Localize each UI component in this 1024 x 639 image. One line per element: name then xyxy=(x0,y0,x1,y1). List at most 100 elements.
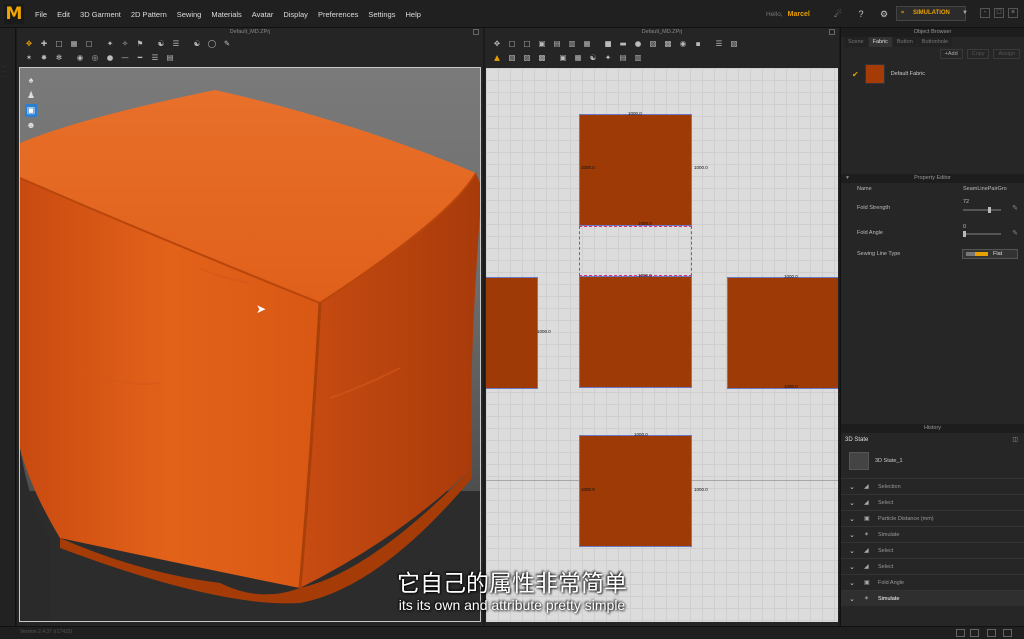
menu-2d-pattern[interactable]: 2D Pattern xyxy=(126,10,172,19)
history-item[interactable]: ⌄ ◢ Selection xyxy=(841,478,1024,494)
plugin-icon[interactable]: ⚙ xyxy=(877,7,891,21)
fold-angle-slider[interactable] xyxy=(963,231,1001,237)
pattern-piece-right[interactable]: 1000.0 1000.0 xyxy=(727,274,838,389)
pin-icon[interactable]: ✦ xyxy=(104,39,116,49)
tab-button[interactable]: Button xyxy=(892,37,917,47)
menu-file[interactable]: File xyxy=(30,10,52,19)
slash-icon[interactable]: ▥ xyxy=(566,39,578,49)
m-n-sewing-icon[interactable]: ▨ xyxy=(521,53,533,63)
point-icon[interactable]: ● xyxy=(104,53,116,63)
pattern-piece-middle[interactable]: 1000.0 xyxy=(579,273,692,388)
slider-handle[interactable] xyxy=(988,207,991,213)
fabric-list-item[interactable]: ✔ Default Fabric xyxy=(841,61,1024,87)
box-select-icon[interactable]: ▢ xyxy=(83,39,95,49)
buttonhole-tool-icon[interactable]: ◎ xyxy=(89,53,101,63)
maximize-icon[interactable]: □ xyxy=(994,8,1004,18)
transform-icon[interactable]: □ xyxy=(53,39,65,49)
edit-sewing-icon[interactable]: ▦ xyxy=(581,39,593,49)
2d-panel-float-icon[interactable] xyxy=(829,29,835,35)
segment-sewing-icon[interactable]: ▲ xyxy=(491,53,503,63)
layout-2d-icon[interactable] xyxy=(1003,629,1012,637)
fold-arrange-icon[interactable]: ▦ xyxy=(68,39,80,49)
dart-icon[interactable]: ▪ xyxy=(692,39,704,49)
menu-display[interactable]: Display xyxy=(278,10,313,19)
texture-icon[interactable]: ▣ xyxy=(25,104,37,117)
edit-curve-icon[interactable]: □ xyxy=(521,39,533,49)
pin-box-icon[interactable]: ✧ xyxy=(119,39,131,49)
texture-grid-icon[interactable]: ▦ xyxy=(572,53,584,63)
menu-settings[interactable]: Settings xyxy=(363,10,400,19)
trace-icon[interactable]: ▧ xyxy=(728,39,740,49)
menu-avatar[interactable]: Avatar xyxy=(247,10,279,19)
tab-fabric[interactable]: Fabric xyxy=(868,37,892,47)
topstitch-icon[interactable]: ━ xyxy=(134,53,146,63)
prop-fold-strength-value[interactable]: 72 xyxy=(963,199,969,205)
show-avatar-icon[interactable]: ♟ xyxy=(25,89,37,102)
add-point-icon[interactable]: ▣ xyxy=(536,39,548,49)
speaker-icon[interactable]: ☄ xyxy=(831,7,845,21)
puckering-icon[interactable]: ☰ xyxy=(149,53,161,63)
close-icon[interactable]: × xyxy=(1008,8,1018,18)
rectangle-icon[interactable]: ▬ xyxy=(617,39,629,49)
assign-fabric-button[interactable]: Assign xyxy=(993,49,1020,59)
menu-help[interactable]: Help xyxy=(400,10,425,19)
prop-name-value[interactable]: SeamLinePairGro xyxy=(963,186,1007,192)
free-sewing-icon[interactable]: ▧ xyxy=(506,53,518,63)
pleat-icon[interactable]: ☰ xyxy=(713,39,725,49)
tape-icon[interactable]: ☰ xyxy=(170,39,182,49)
internal-polygon-icon[interactable]: ▨ xyxy=(647,39,659,49)
pattern-piece-bottom[interactable]: 1000.0 1000.0 1000.0 xyxy=(579,432,708,547)
select-mesh-icon[interactable]: ✚ xyxy=(38,39,50,49)
prop-fold-angle-value[interactable]: 0 xyxy=(963,224,966,230)
tab-scene[interactable]: Scene xyxy=(844,37,868,47)
pattern-piece-left[interactable]: 1000.0 xyxy=(486,277,551,389)
avatar-arrange-icon[interactable]: ✸ xyxy=(38,53,50,63)
menu-preferences[interactable]: Preferences xyxy=(313,10,363,19)
edit-pattern-icon[interactable]: ▢ xyxy=(506,39,518,49)
ring-icon[interactable]: ◯ xyxy=(206,39,218,49)
edit-pencil-icon[interactable]: ✎ xyxy=(1012,204,1018,212)
sewing-line-type-select[interactable]: Flat xyxy=(962,249,1018,259)
graphic-icon[interactable]: ▤ xyxy=(164,53,176,63)
measure-icon[interactable]: ☯ xyxy=(155,39,167,49)
menu-sewing[interactable]: Sewing xyxy=(172,10,207,19)
layout-icon[interactable] xyxy=(956,629,965,637)
dock-grip[interactable]: ⋮⋮⋮ xyxy=(2,64,8,79)
menu-materials[interactable]: Materials xyxy=(206,10,246,19)
history-item[interactable]: ⌄ ▣ Particle Distance (mm) xyxy=(841,510,1024,526)
tab-buttonhole[interactable]: Buttonhole xyxy=(917,37,953,47)
show-garment-icon[interactable]: ♠ xyxy=(25,74,37,87)
circle-icon[interactable]: ● xyxy=(632,39,644,49)
simulation-dropdown-icon[interactable]: ▼ xyxy=(960,6,970,21)
add-fabric-button[interactable]: +Add xyxy=(939,49,963,59)
edit-pencil-icon[interactable]: ✎ xyxy=(1012,229,1018,237)
minimize-icon[interactable]: - xyxy=(980,8,990,18)
collapse-icon[interactable]: ▼ xyxy=(845,174,850,183)
menu-3d-garment[interactable]: 3D Garment xyxy=(75,10,126,19)
button-tool-icon[interactable]: ◉ xyxy=(74,53,86,63)
curve-point-icon[interactable]: ▤ xyxy=(551,39,563,49)
trash-icon[interactable]: ◫ xyxy=(1012,433,1018,447)
internal-circle-icon[interactable]: ◉ xyxy=(677,39,689,49)
check-sewing-icon[interactable]: ▩ xyxy=(536,53,548,63)
user-name[interactable]: Marcel xyxy=(788,11,810,18)
simulation-button[interactable]: ≈ SIMULATION xyxy=(896,6,966,21)
copy-fabric-button[interactable]: Copy xyxy=(966,49,990,59)
internal-rect-icon[interactable]: ▩ xyxy=(662,39,674,49)
topstitch-2d-icon[interactable]: ▤ xyxy=(617,53,629,63)
pattern-info-icon[interactable]: ▥ xyxy=(632,53,644,63)
slider-handle[interactable] xyxy=(963,231,966,237)
history-state-item[interactable]: 3D State_1 xyxy=(841,447,1024,475)
help-icon[interactable]: ? xyxy=(854,7,868,21)
polygon-icon[interactable]: ■ xyxy=(602,39,614,49)
select-move-icon[interactable]: ✥ xyxy=(23,39,35,49)
history-item[interactable]: ⌄ ◢ Select xyxy=(841,542,1024,558)
transform-pattern-icon[interactable]: ✥ xyxy=(491,39,503,49)
2d-viewport[interactable]: 1000.0 1000.0 1000.0 1000.0 1000.0 1000.… xyxy=(486,68,838,622)
fabric-pattern-icon[interactable]: ☯ xyxy=(587,53,599,63)
zip-icon[interactable]: ☯ xyxy=(191,39,203,49)
show-skin-icon[interactable]: ☻ xyxy=(25,119,37,132)
pattern-piece-top[interactable]: 1000.0 1000.0 1000.0 1000.0 xyxy=(579,111,708,226)
history-item[interactable]: ⌄ ◢ Select xyxy=(841,494,1024,510)
history-item[interactable]: ⌄ ✶ Simulate xyxy=(841,526,1024,542)
